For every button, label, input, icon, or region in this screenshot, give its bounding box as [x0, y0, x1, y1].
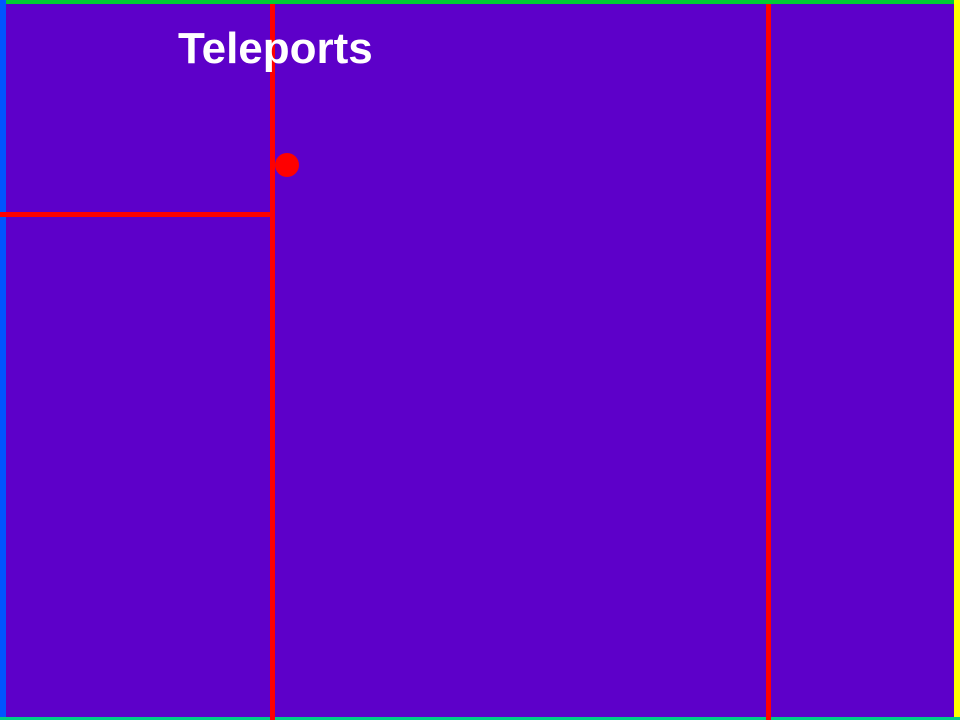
- level-title: Teleports: [178, 24, 373, 73]
- player-dot[interactable]: [275, 153, 299, 177]
- left-boundary: [0, 0, 6, 720]
- maze-wall-vertical-left: [270, 4, 275, 720]
- game-canvas[interactable]: Teleports: [0, 0, 960, 720]
- right-boundary: [954, 0, 960, 720]
- top-boundary: [0, 0, 960, 4]
- maze-wall-vertical-right: [766, 4, 771, 720]
- maze-wall-horizontal: [0, 212, 275, 217]
